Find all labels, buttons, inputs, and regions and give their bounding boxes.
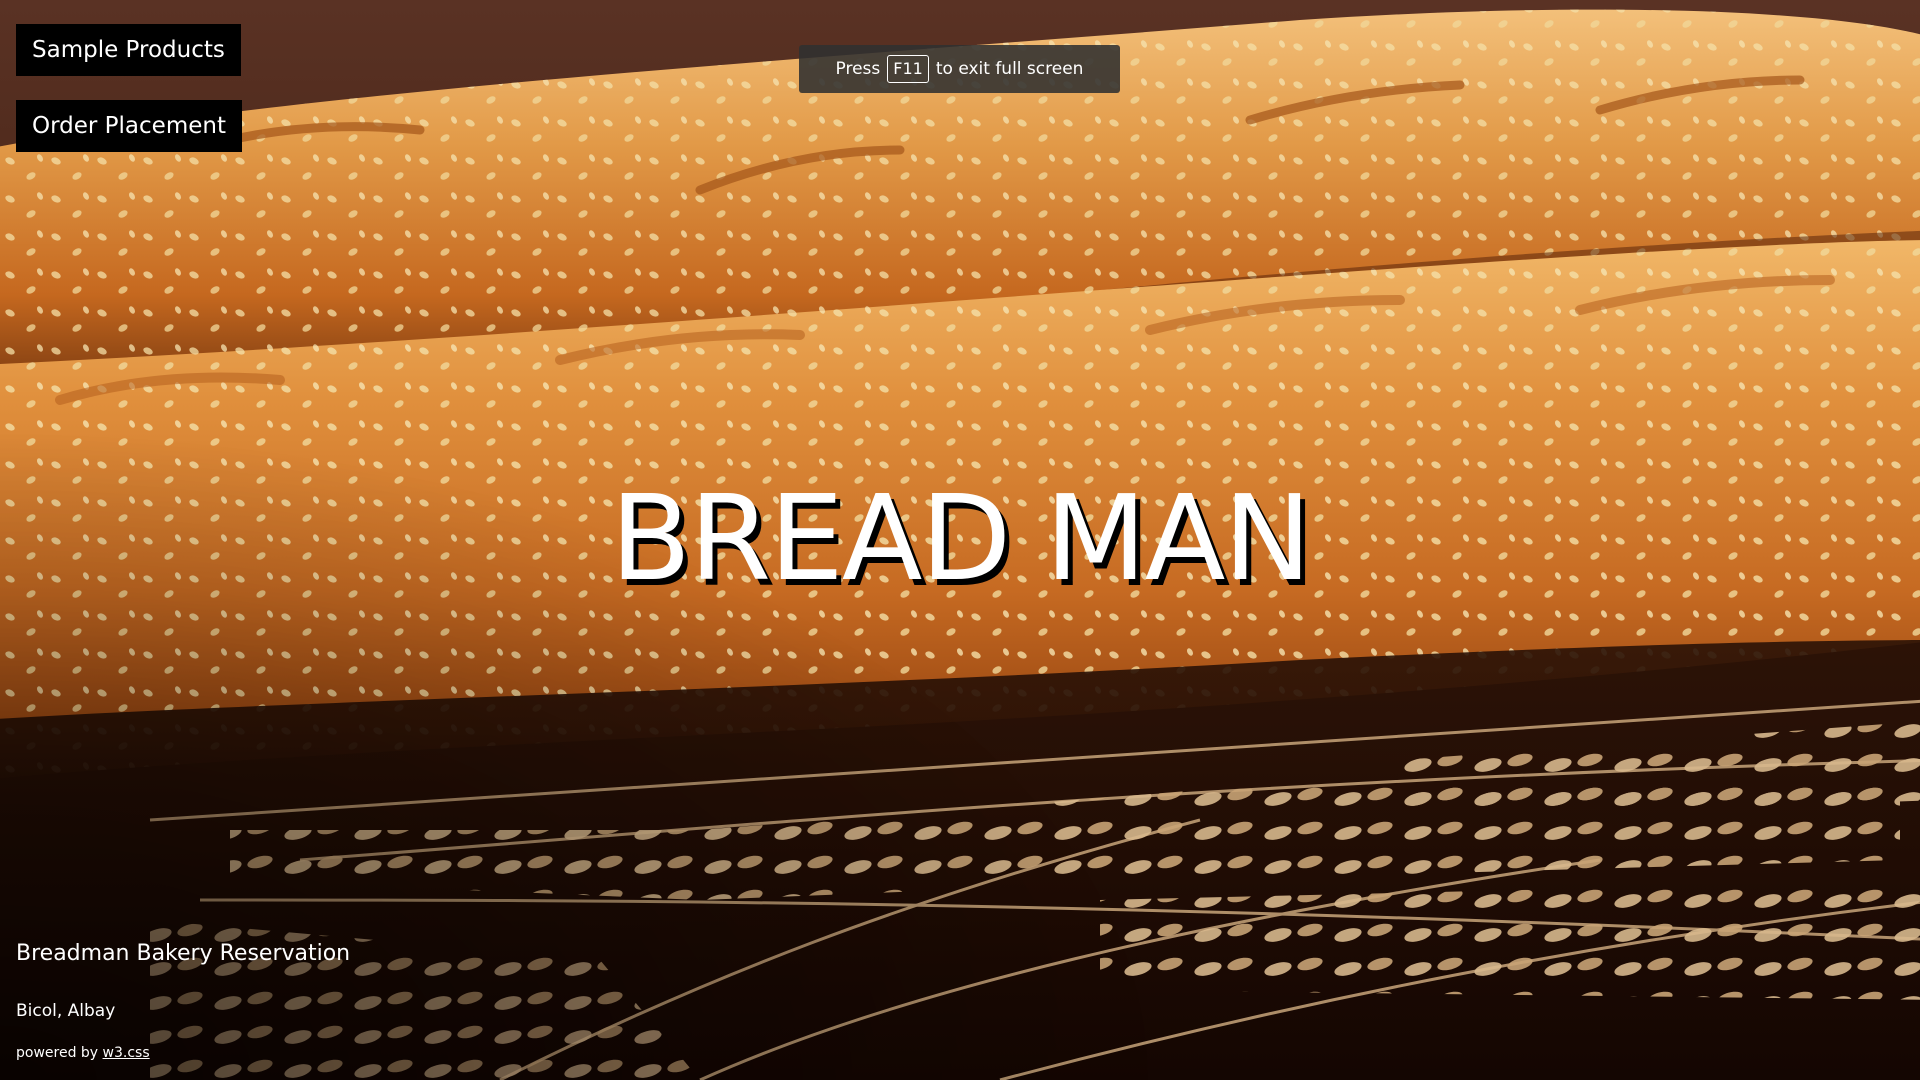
fullscreen-exit-notice: Press F11 to exit full screen xyxy=(799,45,1120,93)
order-placement-button[interactable]: Order Placement xyxy=(16,100,242,152)
footer-title: Breadman Bakery Reservation xyxy=(16,941,351,966)
sample-products-button[interactable]: Sample Products xyxy=(16,24,241,76)
powered-by-text: powered by w3.css xyxy=(16,1045,150,1061)
powered-by-label: powered by xyxy=(16,1045,99,1061)
page: Sample Products Order Placement Press F1… xyxy=(0,0,1920,1080)
f11-key-badge: F11 xyxy=(887,55,929,83)
hero-title: BREAD MAN xyxy=(610,469,1311,607)
fullscreen-notice-prefix: Press xyxy=(835,59,881,79)
fullscreen-notice-suffix: to exit full screen xyxy=(935,59,1084,79)
w3css-link[interactable]: w3.css xyxy=(103,1045,150,1061)
footer-location: Bicol, Albay xyxy=(16,1001,116,1021)
